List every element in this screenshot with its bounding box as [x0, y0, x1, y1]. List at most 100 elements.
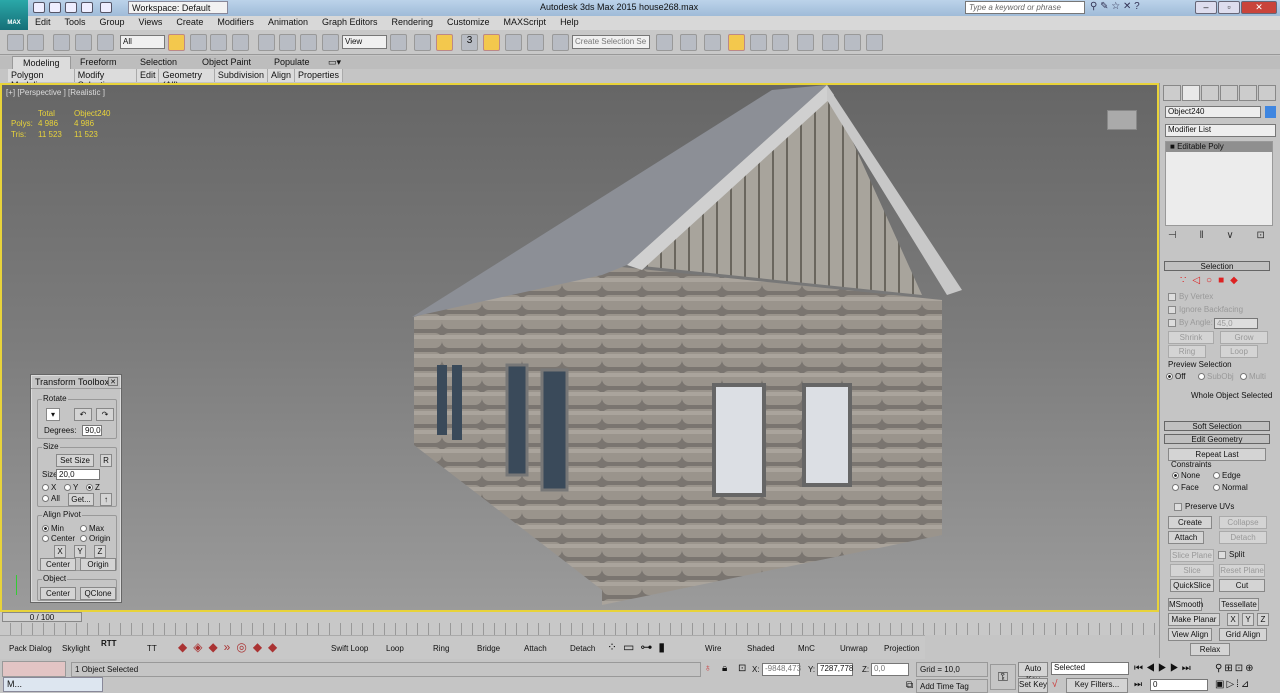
attach-button[interactable]: Attach [524, 644, 547, 653]
edit-geometry-rollout-header[interactable]: Edit Geometry [1164, 434, 1270, 444]
x-coordinate-input[interactable]: -9848,473 [762, 663, 801, 676]
quickslice-button[interactable]: QuickSlice [1170, 579, 1214, 592]
detach-button[interactable]: Detach [1219, 531, 1267, 544]
panel-subdivision[interactable]: Subdivision [215, 69, 268, 82]
split-checkbox[interactable]: Split [1218, 550, 1245, 559]
angle-snap-icon[interactable] [483, 34, 500, 51]
pivot-x-button[interactable]: X [54, 545, 66, 558]
shaded-button[interactable]: Shaded [747, 644, 775, 653]
menu-graph-editors[interactable]: Graph Editors [315, 16, 385, 30]
panel-properties[interactable]: Properties [295, 69, 343, 82]
constraint-none-radio[interactable]: None [1172, 471, 1200, 480]
named-selection-dropdown[interactable]: Create Selection Se [572, 35, 650, 49]
current-frame-input[interactable]: 0 [1150, 679, 1208, 691]
redo-icon[interactable] [100, 2, 112, 13]
curve-editor-icon[interactable] [750, 34, 767, 51]
by-vertex-checkbox[interactable]: By Vertex [1168, 292, 1213, 301]
make-planar-button[interactable]: Make Planar [1168, 613, 1220, 626]
rotate-icon[interactable] [279, 34, 296, 51]
workspace-dropdown[interactable]: Workspace: Default [128, 1, 228, 14]
swift-loop-button[interactable]: Swift Loop [331, 644, 368, 653]
projection-button[interactable]: Projection [884, 644, 920, 653]
panel-align[interactable]: Align [268, 69, 295, 82]
menu-views[interactable]: Views [132, 16, 170, 30]
layer-manager-icon[interactable] [704, 34, 721, 51]
tab-selection[interactable]: Selection [130, 56, 187, 69]
rotate-cw-button[interactable]: ↷ [96, 408, 114, 421]
attach-button[interactable]: Attach [1168, 531, 1204, 544]
menu-edit[interactable]: Edit [28, 16, 58, 30]
place-icon[interactable] [322, 34, 339, 51]
object-center-button[interactable]: Center [40, 587, 76, 600]
modifier-list-dropdown[interactable]: Modifier List [1165, 124, 1276, 137]
menu-create[interactable]: Create [169, 16, 210, 30]
relax-button[interactable]: Relax [1190, 643, 1230, 656]
angle-input[interactable]: 45,0 [1214, 318, 1258, 329]
selection-lock-icon[interactable]: 🔒︎ [722, 663, 727, 674]
pivot-y-button[interactable]: Y [74, 545, 86, 558]
reference-coordinate-dropdown[interactable]: View [342, 35, 387, 49]
app-logo-button[interactable]: MAX [0, 0, 28, 30]
tab-populate[interactable]: Populate [264, 56, 320, 69]
slice-plane-button[interactable]: Slice Plane [1170, 549, 1214, 562]
tab-object-paint[interactable]: Object Paint [192, 56, 261, 69]
collapse-button[interactable]: Collapse [1219, 516, 1267, 529]
mirror-icon[interactable] [656, 34, 673, 51]
panel-edit[interactable]: Edit [137, 69, 160, 82]
selection-rollout-header[interactable]: Selection [1164, 261, 1270, 271]
tt-button[interactable]: TT [147, 644, 157, 653]
key-tangent-icon[interactable]: √ [1052, 679, 1058, 690]
undo-icon[interactable] [7, 34, 24, 51]
menu-customize[interactable]: Customize [440, 16, 497, 30]
rectangle-selection-icon[interactable] [210, 34, 227, 51]
up-arrow-button[interactable]: ↑ [100, 493, 112, 506]
spinner-snap-icon[interactable] [527, 34, 544, 51]
radio-origin[interactable]: Origin [80, 534, 110, 543]
minimize-button[interactable]: – [1195, 1, 1217, 14]
rtt-button[interactable]: RTT [101, 639, 117, 648]
constraint-edge-radio[interactable]: Edge [1213, 471, 1241, 480]
stack-tool-icons[interactable]: ⊣ ǁ ∨ ⊡ [1168, 230, 1275, 241]
isolate-selection-icon[interactable]: ♁ [704, 663, 712, 674]
motion-tab-icon[interactable] [1220, 85, 1238, 101]
set-size-button[interactable]: Set Size [56, 454, 94, 467]
pivot-center-icon[interactable] [390, 34, 407, 51]
material-editor-icon[interactable] [797, 34, 814, 51]
soft-selection-rollout-header[interactable]: Soft Selection [1164, 421, 1270, 431]
pivot-center-button[interactable]: Center [40, 558, 76, 571]
extra-tool-icons[interactable]: ⁘▭⊶▮ [607, 640, 671, 654]
by-angle-checkbox[interactable]: By Angle: [1168, 318, 1213, 327]
preserve-uvs-checkbox[interactable]: Preserve UVs [1174, 502, 1234, 511]
qclone-button[interactable]: QClone [80, 587, 116, 600]
unwrap-button[interactable]: Unwrap [840, 644, 868, 653]
radio-y[interactable]: Y [64, 483, 78, 492]
menu-group[interactable]: Group [93, 16, 132, 30]
ribbon-options-button[interactable]: ▭▾ [318, 56, 351, 69]
tessellate-button[interactable]: Tessellate [1219, 598, 1259, 611]
playback-controls[interactable]: ⏮◀▶▶⏭ [1134, 663, 1194, 674]
wire-button[interactable]: Wire [705, 644, 721, 653]
radio-max[interactable]: Max [80, 524, 104, 533]
radio-z[interactable]: Z [86, 483, 100, 492]
reset-plane-button[interactable]: Reset Plane [1219, 564, 1265, 577]
percent-snap-icon[interactable] [505, 34, 522, 51]
shrink-button[interactable]: Shrink [1168, 331, 1214, 344]
add-time-tag-button[interactable]: Add Time Tag [916, 679, 988, 693]
planar-z-button[interactable]: Z [1257, 613, 1269, 626]
menu-maxscript[interactable]: MAXScript [497, 16, 554, 30]
edit-named-selection-icon[interactable] [552, 34, 569, 51]
scene-explorer-icon[interactable] [728, 34, 745, 51]
viewport-navigation-icons[interactable]: ⚲⊞⊡⊕ [1215, 663, 1255, 674]
radio-center[interactable]: Center [42, 534, 75, 543]
taskbar-minimized-window[interactable]: M... [3, 677, 103, 692]
preview-multi-radio[interactable]: Multi [1240, 372, 1266, 381]
pivot-z-button[interactable]: Z [94, 545, 106, 558]
ring-button[interactable]: Ring [1168, 345, 1206, 358]
y-coordinate-input[interactable]: 7287,778 [817, 663, 853, 676]
save-icon[interactable] [65, 2, 77, 13]
redo-icon[interactable] [27, 34, 44, 51]
render-setup-icon[interactable] [822, 34, 839, 51]
window-crossing-icon[interactable] [232, 34, 249, 51]
rendered-frame-window-icon[interactable] [844, 34, 861, 51]
radio-x[interactable]: X [42, 483, 56, 492]
